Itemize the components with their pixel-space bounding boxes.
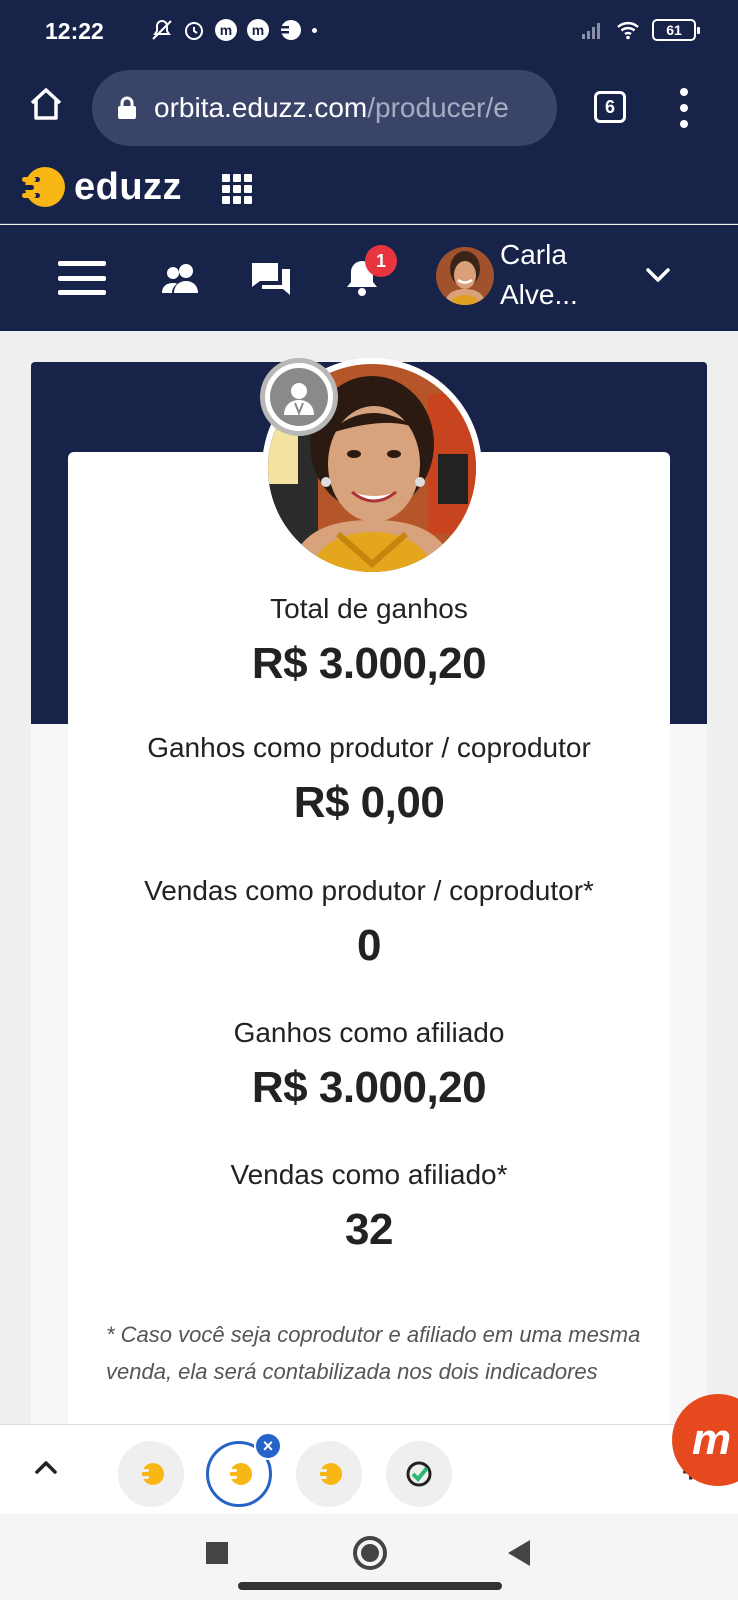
dot-icon	[312, 27, 317, 33]
alarm-icon	[182, 18, 206, 42]
user-first-name: Carla	[500, 239, 567, 270]
eduzz-icon	[278, 18, 302, 42]
stat-affiliate-sales: Vendas como afiliado* 32	[68, 1159, 670, 1255]
chevron-down-icon[interactable]	[644, 265, 672, 285]
eduzz-bubble[interactable]	[296, 1441, 362, 1507]
more-options-icon[interactable]	[676, 88, 692, 128]
stat-label: Ganhos como produtor / coprodutor	[147, 732, 591, 763]
stat-label: Ganhos como afiliado	[233, 1017, 505, 1048]
stat-value: 32	[345, 1205, 393, 1254]
check-icon	[406, 1461, 432, 1487]
user-last-name: Alve...	[500, 279, 578, 310]
stat-affiliate-earnings: Ganhos como afiliado R$ 3.000,20	[68, 1017, 670, 1113]
home-button[interactable]	[353, 1536, 387, 1570]
system-navigation	[0, 1514, 738, 1600]
status-icons: m m	[150, 18, 317, 42]
chat-icon[interactable]	[250, 259, 292, 299]
gesture-bar	[238, 1582, 502, 1590]
url-text: orbita.eduzz.com/producer/e	[154, 92, 509, 124]
tab-switcher-button[interactable]: 6	[594, 91, 626, 123]
stat-producer-earnings: Ganhos como produtor / coprodutor R$ 0,0…	[68, 732, 670, 828]
status-time: 12:22	[45, 18, 104, 44]
stat-producer-sales: Vendas como produtor / coprodutor* 0	[68, 875, 670, 971]
stat-label: Total de ganhos	[270, 593, 468, 624]
stat-value: R$ 3.000,20	[251, 1063, 487, 1112]
svg-text:m: m	[220, 22, 232, 38]
notifications-off-icon	[150, 18, 174, 42]
address-bar[interactable]: orbita.eduzz.com/producer/e	[92, 70, 557, 146]
stat-value: 0	[357, 921, 381, 970]
hamburger-menu-icon[interactable]	[58, 261, 106, 295]
check-app-bubble[interactable]	[386, 1441, 452, 1507]
stat-value: R$ 0,00	[293, 778, 445, 827]
url-path: /producer/e	[367, 92, 509, 123]
eduzz-icon	[317, 1463, 342, 1485]
app-m-icon: m	[214, 18, 238, 42]
eduzz-logo[interactable]: eduzz	[20, 164, 182, 210]
back-button[interactable]	[508, 1540, 530, 1566]
home-icon[interactable]	[26, 84, 66, 124]
notification-badge: 1	[365, 245, 397, 277]
apps-grid-icon[interactable]	[222, 174, 252, 204]
close-bubble-icon[interactable]: ×	[254, 1432, 282, 1460]
stat-label: Vendas como produtor / coprodutor*	[144, 875, 594, 906]
user-name[interactable]: Carla Alve...	[500, 235, 578, 315]
app-navbar: 1 Carla Alve...	[0, 225, 738, 331]
eduzz-logo-icon	[20, 167, 65, 207]
battery-icon: 61	[652, 19, 700, 41]
status-bar: 12:22 m m 61	[0, 0, 738, 62]
status-right: 61	[580, 18, 700, 42]
svg-text:m: m	[252, 22, 264, 38]
eduzz-icon	[227, 1463, 252, 1485]
url-host: orbita.eduzz.com	[154, 92, 368, 123]
signal-icon	[580, 18, 604, 42]
wifi-icon	[616, 18, 640, 42]
lock-icon	[118, 96, 136, 119]
chevron-up-icon[interactable]	[32, 1455, 60, 1479]
stat-label: Vendas como afiliado*	[230, 1159, 508, 1190]
browser-toolbar: orbita.eduzz.com/producer/e 6	[0, 62, 738, 152]
avatar[interactable]	[436, 247, 494, 305]
users-icon[interactable]	[160, 261, 204, 297]
footnote: * Caso você seja coprodutor e afiliado e…	[106, 1322, 641, 1384]
chat-bubble-bar	[0, 1424, 738, 1514]
eduzz-icon	[139, 1463, 164, 1485]
user-avatar-icon	[270, 368, 328, 426]
eduzz-logo-text: eduzz	[74, 165, 183, 208]
recents-button[interactable]	[206, 1542, 228, 1564]
eduzz-header: eduzz	[0, 152, 738, 224]
profile-photo-edit-button[interactable]	[260, 358, 338, 436]
stat-value: R$ 3.000,20	[251, 639, 487, 688]
stat-total-earnings: Total de ganhos R$ 3.000,20	[68, 593, 670, 689]
eduzz-bubble[interactable]	[118, 1441, 184, 1507]
app-m-icon: m	[246, 18, 270, 42]
